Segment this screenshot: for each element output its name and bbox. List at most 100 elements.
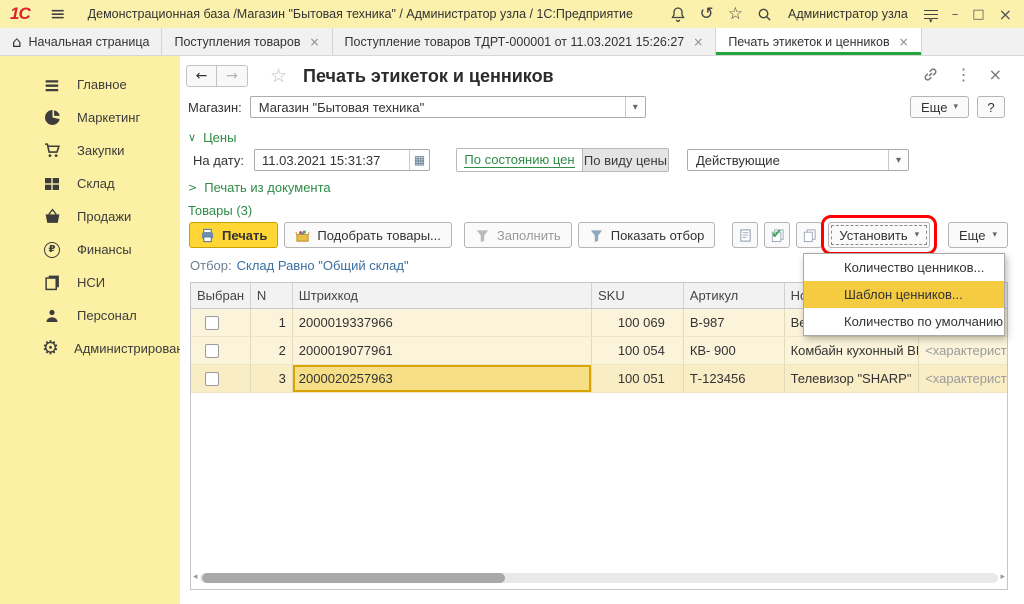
sidebar-item-purchases[interactable]: Закупки xyxy=(0,134,180,167)
tab-home[interactable]: ⌂ Начальная страница xyxy=(0,28,162,55)
menu-item-labels-count[interactable]: Количество ценников... xyxy=(804,254,1004,281)
close-form-icon[interactable]: × xyxy=(989,67,1002,83)
fill-button[interactable]: Заполнить xyxy=(464,222,572,248)
print-from-doc-section-header[interactable]: > Печать из документа xyxy=(188,180,331,195)
column-header-barcode[interactable]: Штрихкод xyxy=(293,283,592,308)
sku-cell[interactable]: 100 054 xyxy=(592,337,684,364)
tab-print-labels[interactable]: Печать этикеток и ценников × xyxy=(716,28,921,55)
notifications-bell-icon[interactable] xyxy=(670,6,686,22)
column-header-selected[interactable]: Выбран xyxy=(191,283,251,308)
article-cell[interactable]: КВ- 900 xyxy=(684,337,785,364)
row-number-cell[interactable]: 2 xyxy=(251,337,293,364)
close-window-button[interactable]: × xyxy=(999,5,1012,24)
barcode-cell-selected[interactable]: 2000020257963 xyxy=(293,365,592,392)
article-cell[interactable]: В-987 xyxy=(684,309,785,336)
tab-goods-receipts[interactable]: Поступления товаров × xyxy=(162,28,332,55)
nomenclature-cell[interactable]: Комбайн кухонный BI… xyxy=(785,337,920,364)
goods-count-header: Товары (3) xyxy=(188,203,252,218)
tab-label: Начальная страница xyxy=(29,35,150,49)
print-button[interactable]: Печать xyxy=(189,222,278,248)
toolbar-more-button[interactable]: Еще ▾ xyxy=(948,222,1008,248)
close-tab-icon[interactable]: × xyxy=(899,35,909,49)
horizontal-scrollbar[interactable]: ◂ ▸ xyxy=(193,572,1005,583)
help-button[interactable]: ? xyxy=(977,96,1005,118)
service-settings-icon[interactable]: ▾ xyxy=(924,7,938,21)
table-row[interactable]: 2 2000019077961 100 054 КВ- 900 Комбайн … xyxy=(191,337,1007,365)
sidebar-item-sales[interactable]: Продажи xyxy=(0,200,180,233)
favorites-star-icon[interactable]: ☆ xyxy=(728,6,743,23)
row-number-cell[interactable]: 3 xyxy=(251,365,293,392)
sidebar-item-finance[interactable]: ₽ Финансы xyxy=(0,233,180,266)
close-tab-icon[interactable]: × xyxy=(309,35,319,49)
sidebar-item-label: Финансы xyxy=(77,242,132,257)
maximize-button[interactable]: □ xyxy=(972,7,984,22)
list-settings-button[interactable] xyxy=(732,222,758,248)
calendar-icon[interactable]: ▦ xyxy=(409,150,429,170)
copy-button[interactable] xyxy=(796,222,822,248)
green-check-icon: ✔ xyxy=(771,227,782,242)
article-cell[interactable]: Т-123456 xyxy=(684,365,785,392)
prices-section-header[interactable]: ∨ Цены xyxy=(188,130,236,145)
date-value: 11.03.2021 15:31:37 xyxy=(255,153,409,168)
filter-label: Отбор: xyxy=(190,258,232,273)
sidebar-item-administration[interactable]: ⚙ Администрирование xyxy=(0,332,180,365)
column-header-sku[interactable]: SKU xyxy=(592,283,684,308)
toggle-label: По виду цены xyxy=(584,153,667,168)
minimize-button[interactable]: – xyxy=(952,7,959,22)
kebab-menu-icon[interactable]: ⋮ xyxy=(956,67,972,83)
sidebar-item-nsi[interactable]: НСИ xyxy=(0,266,180,299)
column-header-n[interactable]: N xyxy=(251,283,293,308)
characteristic-cell[interactable]: <характерист xyxy=(919,365,1007,392)
chevron-down-icon[interactable]: ▾ xyxy=(888,150,908,170)
main-menu-icon[interactable]: ≡ xyxy=(50,5,66,24)
back-button[interactable]: ← xyxy=(186,65,217,87)
chevron-down-icon[interactable]: ▾ xyxy=(625,97,645,117)
nomenclature-cell[interactable]: Телевизор "SHARP" xyxy=(785,365,920,392)
row-number-cell[interactable]: 1 xyxy=(251,309,293,336)
table-row-current[interactable]: 3 2000020257963 100 051 Т-123456 Телевиз… xyxy=(191,365,1007,393)
scroll-left-icon[interactable]: ◂ xyxy=(193,573,198,582)
select-all-button[interactable]: ✔ xyxy=(764,222,790,248)
scrollbar-track[interactable] xyxy=(200,573,999,583)
sku-cell[interactable]: 100 051 xyxy=(592,365,684,392)
barcode-cell[interactable]: 2000019337966 xyxy=(293,309,592,336)
scrollbar-thumb[interactable] xyxy=(202,573,506,583)
by-price-kind-toggle[interactable]: По виду цены xyxy=(582,149,668,171)
column-header-article[interactable]: Артикул xyxy=(684,283,785,308)
menu-item-price-tag-template[interactable]: Шаблон ценников... xyxy=(804,281,1004,308)
tab-goods-receipt-doc[interactable]: Поступление товаров ТДРТ-000001 от 11.03… xyxy=(333,28,717,55)
price-kind-combobox[interactable]: Действующие ▾ xyxy=(687,149,909,171)
search-icon[interactable] xyxy=(757,7,772,22)
set-button[interactable]: Установить ▾ xyxy=(828,222,930,248)
show-filter-button[interactable]: Показать отбор xyxy=(578,222,716,248)
person-icon xyxy=(42,308,62,324)
history-icon[interactable]: ↺ xyxy=(700,6,714,23)
price-date-row: На дату: 11.03.2021 15:31:37 ▦ По состоя… xyxy=(193,148,909,172)
favorite-star-icon[interactable]: ☆ xyxy=(270,65,287,87)
more-button[interactable]: Еще ▾ xyxy=(910,96,969,118)
row-checkbox[interactable] xyxy=(205,316,219,330)
current-user-label[interactable]: Администратор узла xyxy=(788,7,908,21)
store-combobox[interactable]: Магазин "Бытовая техника" ▾ xyxy=(250,96,646,118)
sku-cell[interactable]: 100 069 xyxy=(592,309,684,336)
forward-button[interactable]: → xyxy=(217,65,248,87)
sections-panel: ≡ Главное Маркетинг Закупки Склад Продаж… xyxy=(0,56,180,604)
filter-info[interactable]: Отбор:Склад Равно "Общий склад" xyxy=(190,258,409,273)
close-tab-icon[interactable]: × xyxy=(693,35,703,49)
scroll-right-icon[interactable]: ▸ xyxy=(1000,573,1005,582)
menu-item-default-count[interactable]: Количество по умолчанию xyxy=(804,308,1004,335)
sidebar-item-warehouse[interactable]: Склад xyxy=(0,167,180,200)
barcode-cell[interactable]: 2000019077961 xyxy=(293,337,592,364)
help-label: ? xyxy=(987,100,994,115)
sidebar-item-main[interactable]: ≡ Главное xyxy=(0,68,180,101)
characteristic-cell[interactable]: <характерист xyxy=(919,337,1007,364)
date-field[interactable]: 11.03.2021 15:31:37 ▦ xyxy=(254,149,430,171)
sidebar-item-personnel[interactable]: Персонал xyxy=(0,299,180,332)
row-checkbox[interactable] xyxy=(205,344,219,358)
row-checkbox[interactable] xyxy=(205,372,219,386)
basket-icon xyxy=(42,208,62,225)
sidebar-item-marketing[interactable]: Маркетинг xyxy=(0,101,180,134)
pick-goods-button[interactable]: Подобрать товары... xyxy=(284,222,452,248)
by-price-state-toggle[interactable]: По состоянию цен xyxy=(457,149,582,171)
get-link-icon[interactable] xyxy=(922,66,939,83)
